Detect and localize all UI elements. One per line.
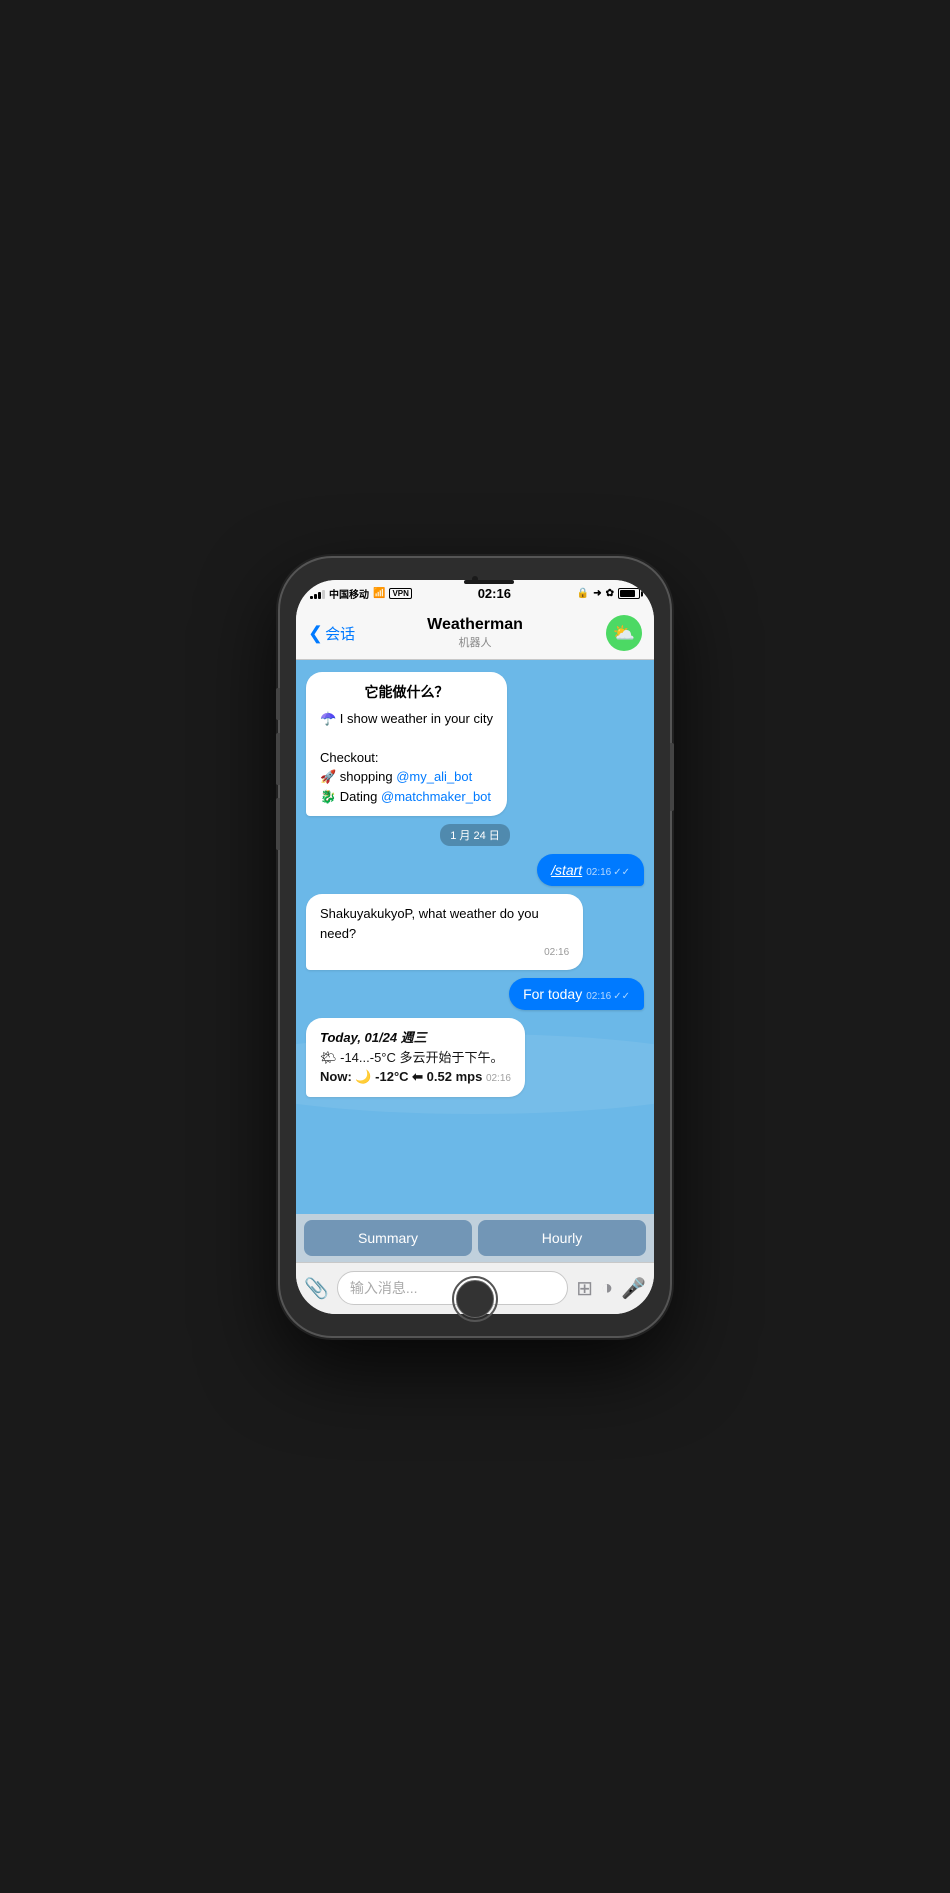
shopping-link[interactable]: @my_ali_bot bbox=[396, 769, 472, 784]
chat-area: 它能做什么？ ☂️ I show weather in your city Ch… bbox=[296, 660, 654, 1214]
mic-icon[interactable]: 🎤 bbox=[621, 1276, 646, 1301]
user-today-text: For today bbox=[523, 986, 582, 1002]
bluetooth-icon: ✿ bbox=[606, 588, 614, 599]
read-receipt: ✓✓ bbox=[613, 867, 630, 878]
wifi-icon: 📶 bbox=[373, 588, 385, 599]
weather-line1: Today, 01/24 週三 bbox=[320, 1028, 511, 1048]
signal-icon bbox=[310, 589, 325, 599]
dating-link[interactable]: @matchmaker_bot bbox=[381, 789, 491, 804]
status-bar: 中国移动 📶 VPN 02:16 🔒 ➜ ✿ bbox=[296, 580, 654, 608]
bot-welcome-bubble: 它能做什么？ ☂️ I show weather in your city Ch… bbox=[306, 672, 507, 817]
location-icon: ➜ bbox=[593, 588, 601, 599]
attachment-icon[interactable]: 📎 bbox=[304, 1276, 329, 1301]
speaker bbox=[464, 580, 514, 584]
back-label: 会话 bbox=[325, 623, 355, 644]
phone-screen: 中国移动 📶 VPN 02:16 🔒 ➜ ✿ ❮ 会话 Weatherman bbox=[296, 580, 654, 1314]
status-right: 🔒 ➜ ✿ bbox=[577, 588, 640, 599]
weather-line2: 🌤 -14...-5°C 多云开始于下午。 bbox=[320, 1048, 511, 1068]
summary-button[interactable]: Summary bbox=[304, 1220, 472, 1256]
weather-line3: Now: 🌙 -12°C ⬅ 0.52 mps 02:16 bbox=[320, 1067, 511, 1087]
battery-icon bbox=[618, 588, 640, 599]
bubble-heading: 它能做什么？ bbox=[320, 682, 493, 703]
chat-subtitle: 机器人 bbox=[427, 634, 523, 650]
time-display: 02:16 bbox=[478, 586, 511, 601]
home-button-inner bbox=[456, 1280, 494, 1318]
weather-time: 02:16 bbox=[486, 1073, 511, 1084]
status-left: 中国移动 📶 VPN bbox=[310, 586, 412, 601]
hourly-button[interactable]: Hourly bbox=[478, 1220, 646, 1256]
bubble-shopping: 🚀 shopping @my_ali_bot bbox=[320, 767, 493, 787]
input-placeholder: 输入消息... bbox=[350, 1278, 418, 1298]
chevron-left-icon: ❮ bbox=[308, 624, 323, 642]
user-today-bubble: For today 02:16 ✓✓ bbox=[509, 978, 644, 1010]
carrier-label: 中国移动 bbox=[329, 586, 369, 601]
emoji-icon[interactable]: ◑ bbox=[601, 1277, 613, 1300]
date-divider: 1 月 24 日 bbox=[440, 824, 510, 846]
phone-frame: 中国移动 📶 VPN 02:16 🔒 ➜ ✿ ❮ 会话 Weatherman bbox=[280, 558, 670, 1336]
bubble-checkout: Checkout: bbox=[320, 748, 493, 768]
user-start-bubble: /start 02:16 ✓✓ bbox=[537, 854, 644, 886]
power-button[interactable] bbox=[670, 743, 674, 811]
bot-question-time: 02:16 bbox=[320, 945, 569, 960]
bubble-line-1: ☂️ I show weather in your city bbox=[320, 709, 493, 729]
back-button[interactable]: ❮ 会话 bbox=[308, 623, 355, 644]
chat-title: Weatherman bbox=[427, 616, 523, 634]
user-start-text: /start bbox=[551, 862, 582, 878]
nav-center: Weatherman 机器人 bbox=[427, 616, 523, 650]
bot-question-text: ShakuyakukyoP, what weather do you need? bbox=[320, 904, 569, 943]
bubble-dating: 🐉 Dating @matchmaker_bot bbox=[320, 787, 493, 807]
bot-question-bubble: ShakuyakukyoP, what weather do you need?… bbox=[306, 894, 583, 970]
volume-up-button[interactable] bbox=[276, 733, 280, 785]
read-receipt-2: ✓✓ bbox=[613, 991, 630, 1002]
sticker-icon[interactable]: ⊞ bbox=[576, 1276, 593, 1301]
lock-icon: 🔒 bbox=[577, 588, 589, 599]
timestamp-start: 02:16 ✓✓ bbox=[586, 867, 630, 878]
bot-avatar[interactable]: ⛅ bbox=[606, 615, 642, 651]
bot-weather-bubble: Today, 01/24 週三 🌤 -14...-5°C 多云开始于下午。 No… bbox=[306, 1018, 525, 1097]
navigation-bar: ❮ 会话 Weatherman 机器人 ⛅ bbox=[296, 608, 654, 660]
vpn-badge: VPN bbox=[389, 588, 411, 599]
home-button[interactable] bbox=[452, 1276, 498, 1322]
input-actions: ⊞ ◑ 🎤 bbox=[576, 1276, 646, 1301]
timestamp-today: 02:16 ✓✓ bbox=[586, 991, 630, 1002]
volume-down-button[interactable] bbox=[276, 798, 280, 850]
quick-reply-row: Summary Hourly bbox=[296, 1214, 654, 1262]
